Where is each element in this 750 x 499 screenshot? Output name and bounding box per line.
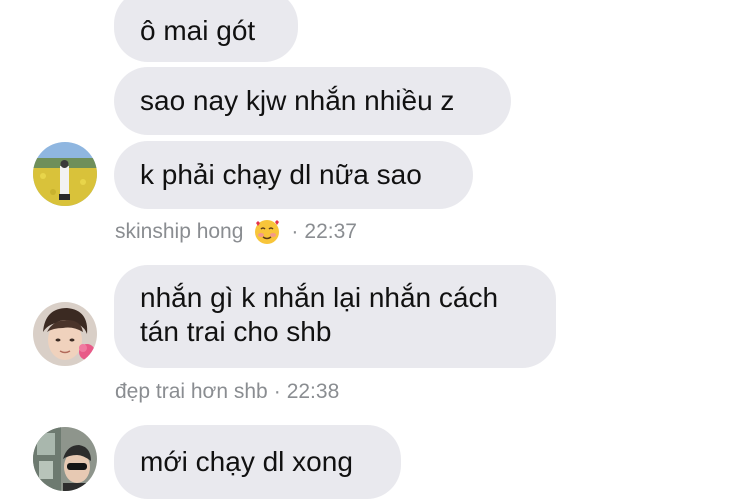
avatar[interactable] [33,427,97,491]
message-text: sao nay kjw nhắn nhiều z [140,85,455,116]
user-photo-icon [33,427,97,491]
sender-name: đẹp trai hơn shb [115,380,268,403]
sender-name: skinship hong [115,220,244,243]
user-photo-icon [33,302,97,366]
avatar[interactable] [33,142,97,206]
message-text: mới chạy dl xong [140,446,353,477]
message-bubble[interactable]: nhắn gì k nhắn lại nhắn cách tán trai ch… [114,265,556,368]
message-text: nhắn gì k nhắn lại nhắn cách tán trai ch… [140,282,499,347]
message-bubble[interactable]: k phải chạy dl nữa sao [114,141,473,209]
message-bubble[interactable]: mới chạy dl xong [114,425,401,499]
user-photo-icon [33,142,97,206]
message-bubble[interactable]: sao nay kjw nhắn nhiều z [114,67,511,135]
message-text: k phải chạy dl nữa sao [140,159,422,190]
message-time: 22:37 [304,220,357,243]
message-time: 22:38 [286,380,340,403]
message-text: ô mai gót [140,15,256,46]
message-meta: skinship hong · 22:37 [115,218,357,246]
message-bubble[interactable]: ô mai gót [114,0,298,62]
meta-separator: · [291,220,299,243]
smiling-face-with-hearts-icon [253,218,281,246]
meta-separator: · [273,380,281,403]
avatar[interactable] [33,302,97,366]
message-meta: đẹp trai hơn shb · 22:38 [115,378,339,406]
